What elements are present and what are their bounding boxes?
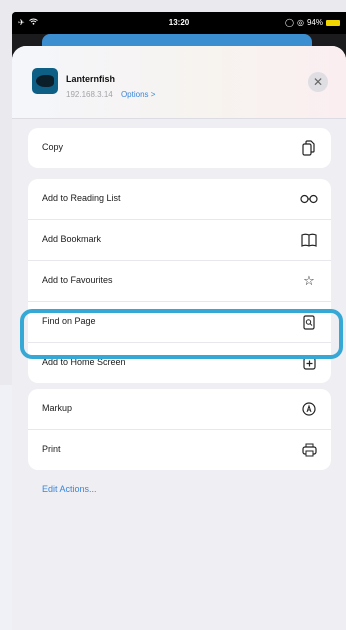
phone-screen: ✈ 13:20 ◯ ◎ 94% Lanternfish 192.168.3.14… (12, 12, 346, 630)
action-add-to-reading-list[interactable]: Add to Reading List (28, 179, 331, 220)
glasses-icon (299, 189, 319, 209)
action-label: Add to Favourites (42, 275, 113, 285)
lock-rotation-icon: ◯ (285, 18, 294, 27)
book-icon (299, 230, 319, 250)
action-label: Find on Page (42, 316, 96, 326)
action-find-on-page[interactable]: Find on Page (28, 302, 331, 343)
battery-icon (326, 19, 340, 26)
action-label: Add to Reading List (42, 193, 121, 203)
action-label: Copy (42, 142, 64, 152)
action-label: Add Bookmark (42, 234, 102, 244)
action-label: Print (42, 444, 61, 454)
markup-icon (299, 399, 319, 419)
alarm-icon: ◎ (297, 18, 304, 27)
share-sheet: Lanternfish 192.168.3.14 Options > ✕ Cop… (12, 46, 346, 630)
action-group-3: Markup Print (28, 389, 331, 470)
fish-icon (36, 75, 54, 87)
action-label: Markup (42, 403, 73, 413)
status-right: ◯ ◎ 94% (285, 18, 340, 27)
app-subtitle: 192.168.3.14 Options > (66, 90, 155, 99)
print-icon (299, 440, 319, 460)
close-icon: ✕ (312, 75, 324, 89)
edit-actions-link[interactable]: Edit Actions... (42, 484, 97, 494)
battery-percent: 94% (306, 18, 323, 27)
app-icon (32, 68, 58, 94)
action-markup[interactable]: Markup (28, 389, 331, 430)
action-add-to-favourites[interactable]: Add to Favourites ☆ (28, 261, 331, 302)
action-print[interactable]: Print (28, 430, 331, 470)
action-label: Add to Home Screen (42, 357, 126, 367)
action-group-1: Copy (28, 128, 331, 168)
app-address: 192.168.3.14 (66, 90, 113, 99)
find-icon (299, 312, 319, 332)
close-button[interactable]: ✕ (308, 72, 328, 92)
action-add-to-home-screen[interactable]: Add to Home Screen (28, 343, 331, 383)
backdrop-panel (0, 385, 12, 630)
app-title: Lanternfish (66, 74, 116, 84)
status-bar: ✈ 13:20 ◯ ◎ 94% (12, 12, 346, 34)
plus-square-icon (299, 353, 319, 373)
action-copy[interactable]: Copy (28, 128, 331, 168)
action-add-bookmark[interactable]: Add Bookmark (28, 220, 331, 261)
share-sheet-header: Lanternfish 192.168.3.14 Options > ✕ (12, 46, 346, 119)
star-icon: ☆ (303, 273, 315, 288)
screenshot-page: ✈ 13:20 ◯ ◎ 94% Lanternfish 192.168.3.14… (0, 0, 346, 630)
copy-icon (299, 138, 319, 158)
options-link[interactable]: Options > (121, 90, 155, 99)
action-group-2: Add to Reading List Add Bookmark Add to … (28, 179, 331, 383)
